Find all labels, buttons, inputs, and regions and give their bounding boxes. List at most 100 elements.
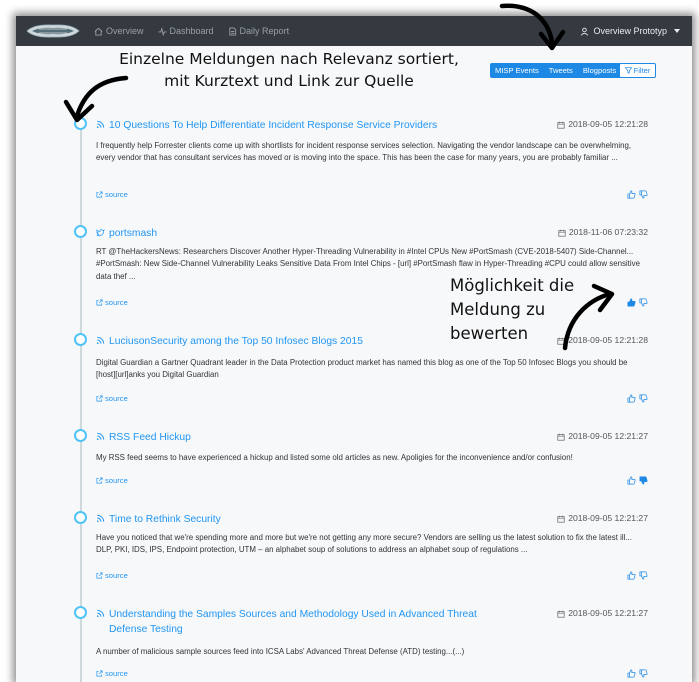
- user-icon: [581, 27, 589, 36]
- thumbs-up-icon[interactable]: [627, 190, 636, 199]
- news-item-header: RSS Feed Hickup: [96, 430, 191, 445]
- news-item-source-link[interactable]: source: [96, 190, 128, 199]
- annotation-rating-line1: Möglichkeit die: [450, 276, 575, 295]
- filter-tweets[interactable]: Tweets: [544, 63, 578, 78]
- news-item-source-link[interactable]: source: [96, 669, 128, 678]
- rss-icon: [96, 609, 105, 618]
- news-item-header: Understanding the Samples Sources and Me…: [96, 607, 477, 637]
- rss-icon: [96, 120, 105, 129]
- thumbs-up-icon[interactable]: [627, 394, 636, 403]
- thumbs-down-icon[interactable]: [639, 476, 648, 485]
- news-item-source-link[interactable]: source: [96, 476, 128, 485]
- news-item-summary: Have you noticed that we're spending mor…: [96, 533, 632, 555]
- annotation-sorting-line2: mit Kurztext und Link zur Quelle: [164, 72, 414, 90]
- thumbs-up-icon[interactable]: [627, 298, 636, 307]
- news-item-header: 10 Questions To Help Differentiate Incid…: [96, 118, 437, 133]
- user-menu-label: Overview Prototyp: [593, 26, 667, 36]
- timeline-dot: [74, 333, 87, 346]
- thumbs-down-icon[interactable]: [639, 190, 648, 199]
- filter-blogposts[interactable]: Blogposts: [578, 63, 621, 78]
- chevron-down-icon: [674, 29, 680, 33]
- news-item-date-value: 2018-09-05 12:21:27: [568, 608, 648, 618]
- thumbs-down-icon[interactable]: [639, 571, 648, 580]
- source-filter-group: MISP Events Tweets Blogposts: [490, 63, 622, 78]
- filter-button-label: Filter: [633, 66, 651, 75]
- news-item-date-value: 2018-11-06 07:23:32: [568, 227, 648, 237]
- news-item-title[interactable]: portsmash: [109, 226, 157, 241]
- news-item-header: LuciusonSecurity among the Top 50 Infose…: [96, 334, 363, 349]
- timeline-dot: [74, 225, 87, 238]
- news-item-rating: [627, 571, 648, 580]
- news-item-date: 2018-09-05 12:21:27: [557, 430, 648, 443]
- news-item-summary: My RSS feed seems to have experienced a …: [96, 453, 573, 462]
- external-link-icon: [96, 477, 103, 484]
- thumbs-up-icon[interactable]: [627, 476, 636, 485]
- filter-misp-events[interactable]: MISP Events: [490, 63, 544, 78]
- nav-daily-report[interactable]: Daily Report: [228, 26, 290, 36]
- annotation-sorting: Einzelne Meldungen nach Relevanz sortier…: [96, 48, 482, 92]
- timeline-dot: [74, 117, 87, 130]
- news-item-date: 2018-09-05 12:21:27: [557, 607, 648, 620]
- news-item-title[interactable]: 10 Questions To Help Differentiate Incid…: [109, 118, 437, 133]
- user-menu[interactable]: Overview Prototyp: [580, 16, 680, 46]
- news-item-source-label: source: [105, 190, 128, 199]
- timeline-line: [80, 118, 82, 682]
- nav-dashboard[interactable]: Dashboard: [157, 26, 214, 36]
- calendar-icon: [557, 433, 565, 441]
- external-link-icon: [96, 395, 103, 402]
- nav-overview[interactable]: Overview: [94, 26, 144, 36]
- thumbs-down-icon[interactable]: [639, 298, 648, 307]
- news-item-date-value: 2018-09-05 12:21:27: [568, 431, 648, 441]
- filter-button[interactable]: Filter: [619, 63, 656, 78]
- twitter-icon: [96, 229, 105, 237]
- rss-icon: [96, 514, 105, 523]
- external-link-icon: [96, 299, 103, 306]
- top-navbar: Overview Dashboard Daily Report Overview…: [16, 16, 692, 46]
- news-item-title[interactable]: LuciusonSecurity among the Top 50 Infose…: [109, 334, 363, 349]
- news-item-source-link[interactable]: source: [96, 298, 128, 307]
- news-item-summary: Digital Guardian a Gartner Quadrant lead…: [96, 358, 628, 380]
- annotation-rating: Möglichkeit die Meldung zu bewerten: [450, 274, 590, 346]
- funnel-icon: [624, 67, 632, 74]
- news-item-date-value: 2018-09-05 12:21:28: [568, 119, 648, 129]
- timeline-dot: [74, 606, 87, 619]
- pulse-icon: [157, 26, 167, 36]
- calendar-icon: [557, 515, 565, 523]
- app-logo[interactable]: [26, 21, 80, 41]
- news-item-title[interactable]: RSS Feed Hickup: [109, 430, 191, 445]
- external-link-icon: [96, 670, 103, 677]
- news-item-source-label: source: [105, 298, 128, 307]
- annotation-rating-line3: bewerten: [450, 324, 529, 343]
- rss-icon: [96, 336, 105, 345]
- thumbs-down-icon[interactable]: [639, 669, 648, 678]
- annotation-rating-line2: Meldung zu: [450, 300, 546, 319]
- annotation-sorting-line1: Einzelne Meldungen nach Relevanz sortier…: [119, 50, 459, 68]
- news-item-source-label: source: [105, 669, 128, 678]
- home-icon: [94, 27, 103, 36]
- nav-daily-report-label: Daily Report: [239, 26, 290, 36]
- thumbs-up-icon[interactable]: [627, 571, 636, 580]
- news-item-source-label: source: [105, 476, 128, 485]
- news-item-source-link[interactable]: source: [96, 394, 128, 403]
- thumbs-up-icon[interactable]: [627, 669, 636, 678]
- nav-dashboard-label: Dashboard: [169, 26, 214, 36]
- news-item-source-link[interactable]: source: [96, 571, 128, 580]
- nav-overview-label: Overview: [106, 26, 144, 36]
- rss-icon: [96, 432, 105, 441]
- news-item-source-label: source: [105, 394, 128, 403]
- news-item: Time to Rethink Security 2018-09-05 12:2…: [88, 512, 658, 583]
- news-item-title-continued[interactable]: Defense Testing: [109, 622, 477, 637]
- news-item: RSS Feed Hickup 2018-09-05 12:21:27 My R…: [88, 430, 658, 488]
- news-item-rating: [627, 669, 648, 678]
- calendar-icon: [557, 610, 565, 618]
- document-icon: [228, 26, 236, 36]
- news-item-title[interactable]: Time to Rethink Security: [109, 512, 221, 527]
- news-item-summary: I frequently help Forrester clients come…: [96, 141, 632, 163]
- news-item-title[interactable]: Understanding the Samples Sources and Me…: [109, 607, 477, 622]
- news-item-rating: [627, 190, 648, 199]
- news-item-rating: [627, 298, 648, 307]
- news-item: 10 Questions To Help Differentiate Incid…: [88, 118, 658, 202]
- calendar-icon: [558, 229, 566, 237]
- thumbs-down-icon[interactable]: [639, 394, 648, 403]
- news-item-rating: [627, 476, 648, 485]
